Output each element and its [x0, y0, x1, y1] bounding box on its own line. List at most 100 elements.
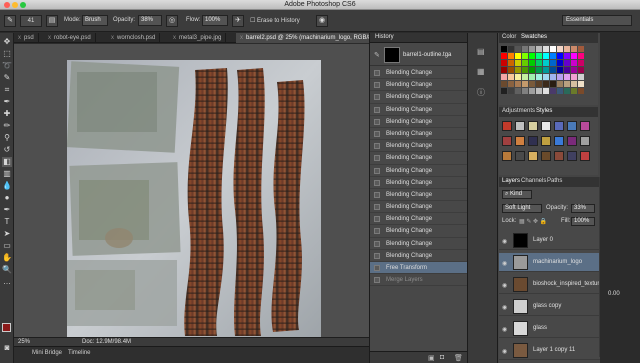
color-swatch[interactable] [522, 46, 528, 52]
document-canvas[interactable] [67, 60, 321, 338]
history-step[interactable]: Blending Change [370, 225, 468, 238]
blend-mode-select[interactable]: Soft Light [502, 204, 542, 213]
color-swatch[interactable] [564, 74, 570, 80]
style-preset-tile[interactable] [541, 151, 551, 161]
layer-row[interactable]: ◉ bioshock_inspired_texture_... [499, 275, 611, 294]
info-panel-icon[interactable]: ⓘ [477, 87, 485, 98]
style-preset-tile[interactable] [528, 151, 538, 161]
color-swatch[interactable] [522, 53, 528, 59]
color-swatch[interactable] [529, 67, 535, 73]
fill-input[interactable]: 100% [571, 217, 595, 226]
healing-tool-icon[interactable]: ✚ [2, 109, 12, 119]
style-preset-tile[interactable] [515, 151, 525, 161]
history-panel-title[interactable]: History [375, 34, 394, 40]
layer-opacity-input[interactable]: 33% [571, 204, 595, 213]
color-swatch[interactable] [550, 74, 556, 80]
visibility-eye-icon[interactable]: ◉ [502, 260, 507, 267]
opacity-input[interactable]: 38% [138, 15, 162, 26]
pressure-size-icon[interactable]: ◉ [316, 15, 328, 27]
style-preset-tile[interactable] [580, 136, 590, 146]
color-swatch[interactable] [501, 53, 507, 59]
eyedropper-tool-icon[interactable]: ✒ [2, 97, 12, 107]
tab-channels[interactable]: Channels [521, 178, 546, 184]
tab-mini-bridge[interactable]: Mini Bridge [32, 350, 62, 356]
layer-row[interactable]: ◉ glass copy [499, 297, 600, 316]
filter-kind-select[interactable]: ⌕ Kind [502, 190, 532, 199]
style-preset-tile[interactable] [502, 136, 512, 146]
history-step[interactable]: Blending Change [370, 165, 468, 177]
color-swatch[interactable] [571, 81, 577, 87]
new-document-from-state-icon[interactable]: ▣ [428, 354, 435, 362]
color-swatch[interactable] [557, 67, 563, 73]
color-swatch[interactable] [564, 67, 570, 73]
color-swatch[interactable] [571, 46, 577, 52]
move-tool-icon[interactable]: ✥ [2, 37, 12, 47]
history-step[interactable]: Merge Layers [370, 274, 468, 287]
style-preset-tile[interactable] [567, 151, 577, 161]
color-swatch[interactable] [508, 74, 514, 80]
color-swatch[interactable] [564, 46, 570, 52]
tab-layers[interactable]: Layers [502, 178, 520, 184]
color-swatch[interactable] [578, 74, 584, 80]
quick-mask-icon[interactable]: ◙ [2, 343, 12, 353]
dodge-tool-icon[interactable]: ● [2, 193, 12, 203]
color-swatch[interactable] [501, 67, 507, 73]
style-preset-tile[interactable] [567, 136, 577, 146]
color-swatch[interactable] [550, 46, 556, 52]
style-preset-tile[interactable] [528, 136, 538, 146]
color-swatch[interactable] [571, 74, 577, 80]
color-swatch[interactable] [557, 53, 563, 59]
color-swatch[interactable] [578, 46, 584, 52]
color-swatch[interactable] [543, 67, 549, 73]
history-step[interactable]: Blending Change [370, 67, 468, 80]
history-brush-tool-icon[interactable]: ↺ [2, 145, 12, 155]
visibility-eye-icon[interactable]: ◉ [502, 304, 507, 311]
color-swatch[interactable] [508, 88, 514, 94]
eraser-tool-icon[interactable]: ◧ [2, 157, 12, 167]
color-swatch[interactable] [564, 53, 570, 59]
style-preset-tile[interactable] [580, 121, 590, 131]
history-step[interactable]: Blending Change [370, 128, 468, 141]
color-swatch[interactable] [515, 53, 521, 59]
quick-select-tool-icon[interactable]: ✎ [2, 73, 12, 83]
tab-doc-0[interactable]: x psd [14, 33, 39, 43]
color-swatch[interactable] [578, 53, 584, 59]
history-step[interactable]: Blending Change [370, 104, 468, 116]
layer-row[interactable]: ◉ Layer 0 [499, 231, 600, 250]
style-preset-tile[interactable] [502, 121, 512, 131]
color-swatch[interactable] [578, 88, 584, 94]
new-snapshot-icon[interactable]: ◘ [440, 354, 444, 361]
color-swatch[interactable] [515, 67, 521, 73]
tab-doc-2[interactable]: x wornclosh.psd [107, 33, 161, 43]
color-swatch[interactable] [578, 81, 584, 87]
hand-tool-icon[interactable]: ✋ [2, 253, 12, 263]
pressure-opacity-icon[interactable]: ◎ [166, 15, 178, 27]
color-swatch[interactable] [578, 60, 584, 66]
history-step[interactable]: Blending Change [370, 91, 468, 104]
flow-input[interactable]: 100% [202, 15, 228, 26]
color-swatch[interactable] [550, 81, 556, 87]
color-swatch[interactable] [515, 81, 521, 87]
color-swatch[interactable] [508, 81, 514, 87]
color-swatch[interactable] [543, 81, 549, 87]
clone-stamp-tool-icon[interactable]: ⚲ [2, 133, 12, 143]
color-swatch[interactable] [515, 88, 521, 94]
color-swatch[interactable] [536, 46, 542, 52]
color-swatch[interactable] [536, 60, 542, 66]
brush-tool-icon[interactable]: ✏ [2, 121, 12, 131]
blur-tool-icon[interactable]: 💧 [2, 181, 12, 191]
marquee-tool-icon[interactable]: ⬚ [2, 49, 12, 59]
properties-panel-icon[interactable]: ▦ [477, 67, 485, 76]
color-swatch[interactable] [571, 67, 577, 73]
color-swatch[interactable] [529, 74, 535, 80]
color-swatch[interactable] [515, 74, 521, 80]
color-swatch[interactable] [501, 60, 507, 66]
color-swatch[interactable] [522, 67, 528, 73]
color-swatch[interactable] [529, 53, 535, 59]
style-preset-tile[interactable] [567, 121, 577, 131]
history-brush-source-icon[interactable]: ✎ [374, 51, 380, 59]
color-swatch[interactable] [557, 46, 563, 52]
history-step[interactable]: Blending Change [370, 250, 468, 262]
zoom-tool-icon[interactable]: 🔍 [2, 265, 12, 275]
visibility-eye-icon[interactable]: ◉ [502, 238, 507, 245]
